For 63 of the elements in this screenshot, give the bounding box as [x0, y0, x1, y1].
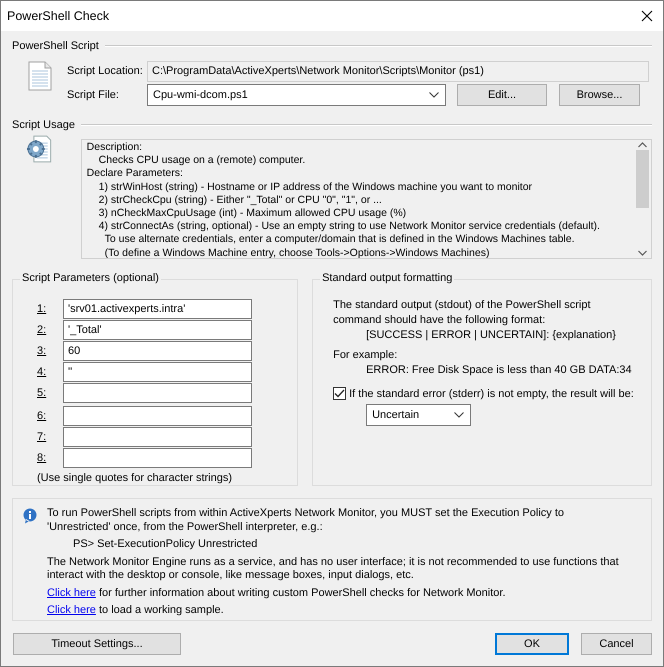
close-icon[interactable]	[641, 10, 653, 22]
scroll-down-icon[interactable]	[638, 250, 647, 256]
example-text: ERROR: Free Disk Space is less than 40 GB DATA:34	[366, 363, 633, 378]
parameter-field[interactable]	[63, 382, 252, 402]
ok-button[interactable]: OK	[495, 633, 569, 655]
chevron-down-icon	[429, 92, 439, 98]
browse-button[interactable]: Browse...	[559, 84, 640, 106]
usage-line: Declare Parameters:	[86, 167, 184, 181]
hint-text: (Use single quotes for character strings)	[37, 472, 234, 484]
parameter-field[interactable]	[63, 406, 252, 426]
example-label: For example:	[333, 348, 398, 363]
parameter-label: 8:	[37, 452, 48, 464]
usage-line: Description:	[86, 141, 144, 154]
gear-document-icon	[26, 135, 52, 163]
info-icon	[23, 508, 37, 524]
location-field[interactable]: C:\ProgramData\ActiveXperts\Network Monitor\Scripts\Monitor (ps1)	[147, 60, 649, 82]
info-text: The Network Monitor Engine runs as a service, and has no user interface; it is not recommended to use functions that interact with the desktop or console, like message boxes, input dialogs, etc.	[47, 556, 619, 582]
usage-line: 2) strCheckCpu (string) - Either "_Total" or CPU "0", "1", or ...	[98, 194, 383, 208]
field-label: Script Location:	[67, 65, 144, 77]
usage-line: 3) nCheckMaxCpuUsage (int) - Maximum allowed CPU usage (%)	[98, 207, 408, 220]
help-link[interactable]: Click here	[47, 586, 96, 598]
usage-line: Checks CPU usage on a (remote) computer.	[98, 154, 306, 168]
format-description: The standard output (stdout) of the PowerShell script command should have the following format:	[333, 298, 592, 328]
edit-button[interactable]: Edit...	[457, 84, 547, 106]
parameter-label: 7:	[37, 430, 48, 442]
parameter-label: 5:	[37, 386, 48, 398]
parameter-field[interactable]	[63, 426, 252, 446]
info-text: To run PowerShell scripts from within ActiveXperts Network Monitor, you MUST set the Execution Policy to 'Unrestricted' once, from the PowerShell interpreter, e.g.:	[47, 507, 565, 534]
parameter-label: 4:	[37, 366, 48, 378]
format-text: [SUCCESS | ERROR | UNCERTAIN]: {explanation}	[366, 328, 617, 343]
checkbox[interactable]	[333, 387, 346, 400]
usage-line: 4) strConnectAs (string, optional) - Use an empty string to use Network Monitor service credentials (default).	[98, 220, 601, 234]
help-link[interactable]: Click here	[47, 604, 96, 616]
command-text: PS> Set-ExecutionPolicy Unrestricted	[73, 538, 258, 552]
result-dropdown[interactable]: Uncertain	[366, 404, 472, 426]
parameter-label: 1:	[37, 302, 48, 314]
group-heading: Script Parameters (optional)	[20, 272, 161, 284]
document-icon	[28, 61, 52, 91]
parameter-field[interactable]: 'srv01.activexperts.intra'	[63, 298, 252, 318]
usage-line: (To define a Windows Machine entry, choose Tools->Options->Windows Machines)	[104, 246, 490, 258]
parameter-field[interactable]: 60	[63, 340, 252, 360]
section-heading: PowerShell Script	[12, 40, 99, 52]
usage-line: To use alternate credentials, enter a computer/domain that is defined in the Windows Machines table.	[104, 233, 576, 247]
info-text: for further information about writing custom PowerShell checks for Network Monitor.	[98, 586, 506, 598]
parameter-field[interactable]: '_Total'	[63, 320, 252, 340]
parameter-field[interactable]: ''	[63, 362, 252, 382]
section-heading: Script Usage	[12, 119, 75, 131]
script-file-dropdown[interactable]: Cpu-wmi-dcom.ps1	[147, 84, 446, 106]
info-text: to load a working sample.	[98, 604, 224, 616]
chevron-down-icon	[454, 412, 464, 418]
scrollbar[interactable]	[634, 140, 651, 258]
cancel-button[interactable]: Cancel	[581, 633, 652, 655]
timeout-settings-button[interactable]: Timeout Settings...	[13, 633, 181, 655]
window-title: PowerShell Check	[7, 9, 110, 23]
scroll-up-icon[interactable]	[638, 142, 647, 148]
field-label: Script File:	[67, 89, 120, 101]
group-heading: Standard output formatting	[320, 272, 454, 284]
parameter-label: 3:	[37, 344, 48, 356]
parameter-label: 2:	[37, 324, 48, 336]
parameter-field[interactable]	[63, 448, 252, 468]
usage-line: 1) strWinHost (string) - Hostname or IP address of the Windows machine you want to monitor	[98, 180, 534, 194]
parameter-label: 6:	[37, 410, 48, 422]
checkbox-label[interactable]: If the standard error (stderr) is not empty, the result will be:	[349, 388, 634, 400]
